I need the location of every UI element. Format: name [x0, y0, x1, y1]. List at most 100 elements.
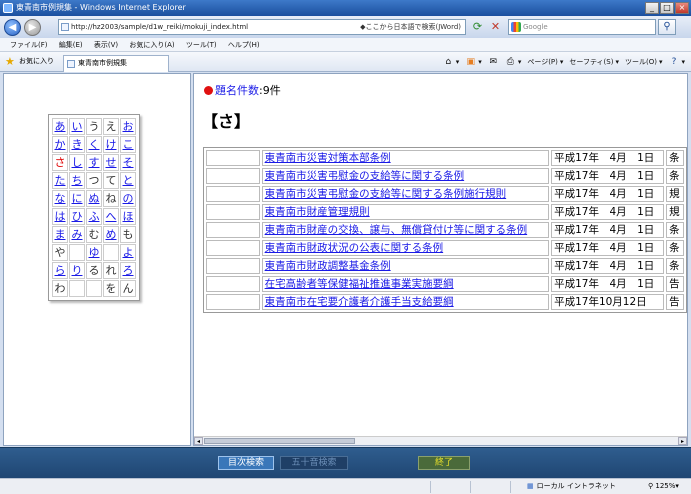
ordinance-title-link[interactable]: 東青南市災害対策本部条例: [261, 150, 550, 166]
table-row: 東青南市災害対策本部条例 平成17年 4月 1日条: [206, 150, 684, 166]
kana-cell[interactable]: へ: [103, 208, 119, 225]
feeds-button[interactable]: ▣ ▾: [465, 56, 482, 69]
mail-icon: ✉: [489, 57, 498, 67]
kana-cell[interactable]: み: [69, 226, 85, 243]
kana-cell[interactable]: そ: [120, 154, 136, 171]
row-blank-cell: [206, 294, 260, 310]
rss-icon: ▣: [466, 57, 476, 67]
search-placeholder: Google: [523, 23, 548, 31]
table-row: 東青南市在宅要介護者介護手当支給要綱 平成17年10月12日告: [206, 294, 684, 310]
kana-cell[interactable]: き: [69, 136, 85, 153]
ordinance-title-link[interactable]: 東青南市財産の交換、譲与、無償貸付け等に関する条例: [261, 222, 550, 238]
print-button[interactable]: ⎙ ▾: [505, 56, 522, 69]
kana-cell: て: [103, 172, 119, 189]
maximize-button[interactable]: □: [660, 2, 674, 14]
kana-cell[interactable]: ら: [52, 262, 68, 279]
bottom-button-bar: 目次検索 五十音検索 終了: [0, 447, 691, 478]
kana-cell[interactable]: り: [69, 262, 85, 279]
mail-button[interactable]: ✉: [488, 56, 499, 69]
kana-cell[interactable]: こ: [120, 136, 136, 153]
kana-cell[interactable]: ぬ: [86, 190, 102, 207]
kana-cell[interactable]: ま: [52, 226, 68, 243]
home-button[interactable]: ⌂ ▾: [443, 56, 459, 69]
scroll-right-icon[interactable]: ▸: [678, 437, 687, 445]
kana-cell-empty: [69, 244, 85, 261]
kana-cell[interactable]: た: [52, 172, 68, 189]
tools-menu[interactable]: ツール(O) ▾: [625, 56, 663, 69]
kana-cell[interactable]: め: [103, 226, 119, 243]
stop-icon[interactable]: ✕: [488, 20, 503, 34]
refresh-icon[interactable]: ⟳: [470, 20, 485, 34]
window-title: 東青南市例規集 - Windows Internet Explorer: [16, 3, 186, 12]
kana-cell[interactable]: か: [52, 136, 68, 153]
ordinance-title-link[interactable]: 在宅高齢者等保健福祉推進事業実施要綱: [261, 276, 550, 292]
ordinance-title-link[interactable]: 東青南市財産管理規則: [261, 204, 550, 220]
menu-tools[interactable]: ツール(T): [186, 41, 217, 49]
table-row: 東青南市財政状況の公表に関する条例 平成17年 4月 1日条: [206, 240, 684, 256]
kana-row: たちつてと: [52, 172, 136, 189]
kana-cell[interactable]: ゆ: [86, 244, 102, 261]
kana-cell[interactable]: く: [86, 136, 102, 153]
ordinance-title-link[interactable]: 東青南市在宅要介護者介護手当支給要綱: [261, 294, 550, 310]
row-blank-cell: [206, 240, 260, 256]
kana-cell[interactable]: ち: [69, 172, 85, 189]
kana-cell[interactable]: ろ: [120, 262, 136, 279]
kana-cell[interactable]: お: [120, 118, 136, 135]
tab-active[interactable]: 東青南市例規集: [63, 55, 169, 72]
menu-file[interactable]: ファイル(F): [10, 41, 48, 49]
close-button[interactable]: ×: [675, 2, 689, 14]
scrollbar-thumb[interactable]: [204, 438, 355, 444]
kana-cell[interactable]: け: [103, 136, 119, 153]
kana-cell[interactable]: な: [52, 190, 68, 207]
kana-cell[interactable]: あ: [52, 118, 68, 135]
favorites-star-icon[interactable]: ★: [5, 56, 15, 68]
kana-cell[interactable]: と: [120, 172, 136, 189]
page-menu[interactable]: ページ(P) ▾: [527, 56, 563, 69]
ordinance-title-link[interactable]: 東青南市財政状況の公表に関する条例: [261, 240, 550, 256]
search-input[interactable]: Google: [508, 19, 656, 35]
kana-cell[interactable]: ふ: [86, 208, 102, 225]
exit-button[interactable]: 終了: [418, 456, 470, 470]
menu-edit[interactable]: 編集(E): [59, 41, 83, 49]
menu-view[interactable]: 表示(V): [94, 41, 118, 49]
address-url: http://hz2003/sample/d1w_reiki/mokuji_in…: [71, 23, 249, 31]
kana-cell[interactable]: さ: [52, 154, 68, 171]
safety-menu[interactable]: セーフティ(S) ▾: [569, 56, 619, 69]
zoom-control[interactable]: ⚲ 125%▾: [648, 479, 679, 494]
kana-cell[interactable]: の: [120, 190, 136, 207]
favorites-label[interactable]: お気に入り: [19, 55, 54, 68]
kana-cell[interactable]: に: [69, 190, 85, 207]
toc-search-button[interactable]: 目次検索: [218, 456, 274, 470]
gojuon-search-button[interactable]: 五十音検索: [280, 456, 348, 470]
ordinance-kind: 規: [666, 204, 684, 220]
menu-help[interactable]: ヘルプ(H): [228, 41, 260, 49]
row-blank-cell: [206, 186, 260, 202]
kana-cell[interactable]: ひ: [69, 208, 85, 225]
kana-cell[interactable]: い: [69, 118, 85, 135]
ordinance-date: 平成17年 4月 1日: [551, 276, 665, 292]
search-icon[interactable]: ⚲: [658, 19, 676, 35]
ordinance-title-link[interactable]: 東青南市災害弔慰金の支給等に関する条例施行規則: [261, 186, 550, 202]
kana-index-frame: あいうえおかきくけこさしすせそたちつてとなにぬねのはひふへほまみむめもや ゆ よらり…: [3, 73, 191, 446]
ordinance-title-link[interactable]: 東青南市財政調整基金条例: [261, 258, 550, 274]
kana-cell[interactable]: ほ: [120, 208, 136, 225]
ordinance-title-link[interactable]: 東青南市災害弔慰金の支給等に関する条例: [261, 168, 550, 184]
forward-button[interactable]: ▶: [24, 19, 41, 36]
horizontal-scrollbar[interactable]: ◂ ▸: [194, 436, 687, 445]
table-row: 東青南市財産管理規則 平成17年 4月 1日規: [206, 204, 684, 220]
scroll-left-icon[interactable]: ◂: [194, 437, 203, 445]
menu-favorites[interactable]: お気に入り(A): [129, 41, 174, 49]
back-button[interactable]: ◀: [4, 19, 21, 36]
kana-cell-empty: [103, 244, 119, 261]
kana-cell[interactable]: よ: [120, 244, 136, 261]
minimize-button[interactable]: _: [645, 2, 659, 14]
count-value: :9件: [259, 84, 281, 97]
kana-cell[interactable]: は: [52, 208, 68, 225]
kana-cell[interactable]: せ: [103, 154, 119, 171]
kana-cell[interactable]: す: [86, 154, 102, 171]
help-button[interactable]: ? ▾: [668, 56, 685, 69]
kana-cell[interactable]: し: [69, 154, 85, 171]
kana-cell: え: [103, 118, 119, 135]
address-toolbar: ◀ ▶ http://hz2003/sample/d1w_reiki/mokuj…: [0, 16, 691, 38]
address-bar[interactable]: http://hz2003/sample/d1w_reiki/mokuji_in…: [58, 19, 466, 35]
